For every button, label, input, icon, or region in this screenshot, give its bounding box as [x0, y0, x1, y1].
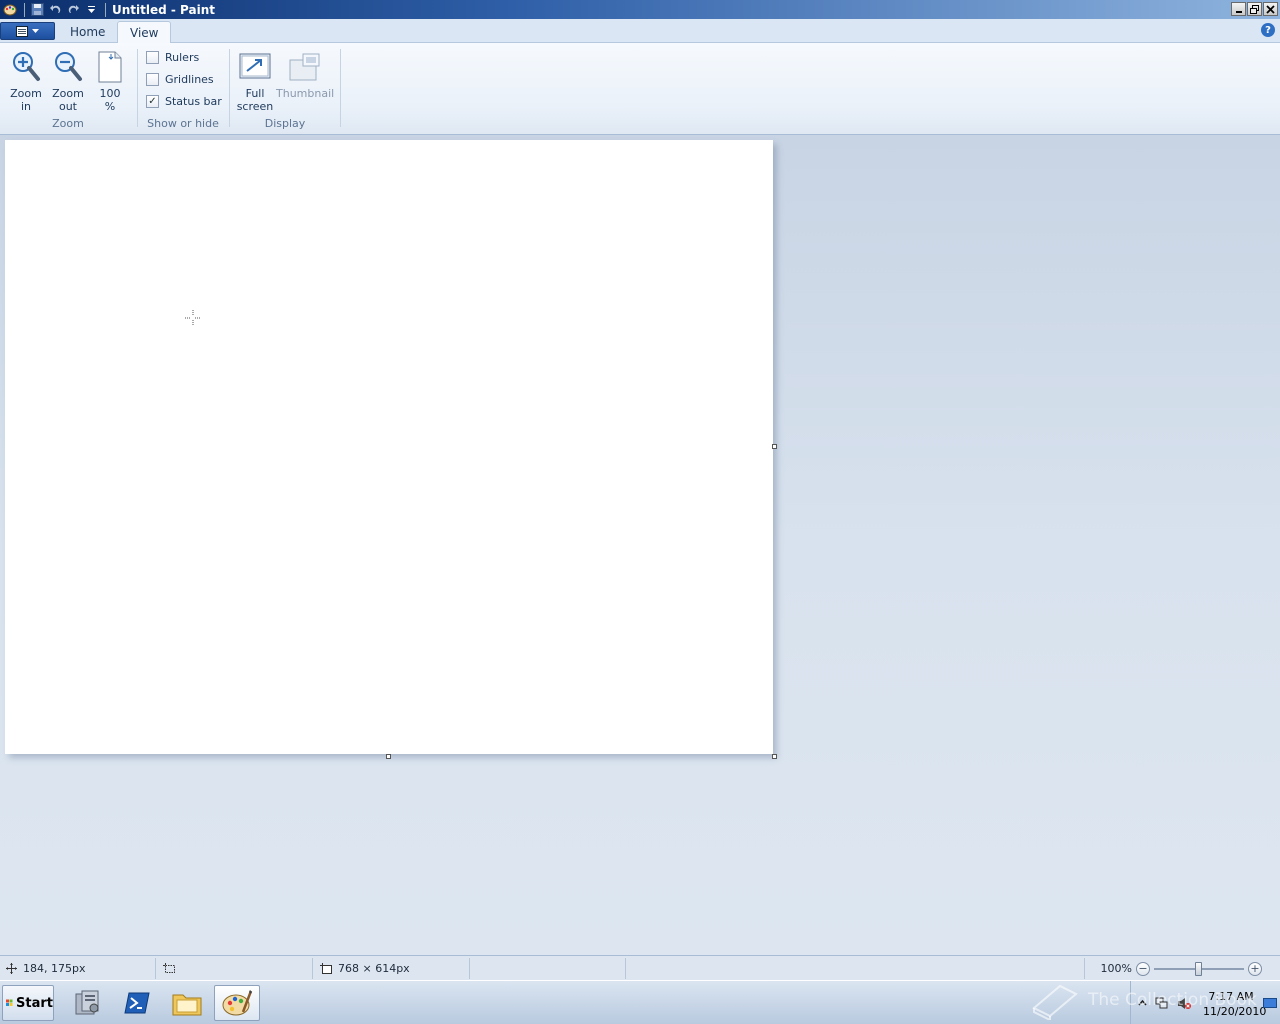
full-screen-label-1: Full: [245, 87, 265, 100]
close-button[interactable]: [1263, 2, 1278, 16]
window-controls: [1231, 2, 1278, 16]
cursor-position-cell: 184, 175px: [0, 958, 156, 979]
gridlines-checkbox[interactable]: [146, 73, 159, 86]
crosshair-cursor-icon: [185, 310, 201, 326]
watermark-book-icon: [1032, 984, 1078, 1020]
dropdown-arrow-icon: [32, 28, 39, 33]
quick-access-toolbar: [0, 0, 110, 19]
start-label: Start: [16, 995, 53, 1011]
display-group: Full screen Thumbnail Display: [230, 47, 340, 133]
zoom-group: Zoom in Zoom out 100 % Zoom: [0, 47, 136, 133]
paint-app-icon[interactable]: [2, 2, 18, 18]
thumbnail-icon: [289, 49, 321, 85]
tab-view[interactable]: View: [117, 21, 172, 44]
full-screen-button[interactable]: Full screen: [234, 49, 276, 113]
zoom-percentage: 100%: [1100, 962, 1132, 975]
watermark: The Collection Book: [1030, 978, 1260, 1022]
full-screen-icon: [239, 49, 271, 85]
zoom-in-button[interactable]: Zoom in: [6, 49, 46, 113]
drawing-canvas[interactable]: [5, 140, 773, 754]
thumbnail-label: Thumbnail: [276, 87, 335, 100]
ribbon-tab-row: Home View ?: [0, 19, 1280, 44]
show-desktop-icon[interactable]: [1262, 996, 1278, 1010]
taskbar-powershell[interactable]: [114, 985, 160, 1021]
canvas-workspace[interactable]: [0, 135, 1280, 955]
image-size-icon: [320, 963, 332, 974]
status-bar-label: Status bar: [165, 95, 222, 108]
undo-icon[interactable]: [47, 2, 63, 18]
zoom-in-small-button[interactable]: +: [1248, 961, 1262, 976]
zoom-in-label-2: in: [20, 100, 32, 113]
zoom-out-small-button[interactable]: −: [1136, 961, 1150, 976]
group-separator: [340, 49, 341, 127]
zoom-100-label-2: %: [104, 100, 116, 113]
thumbnail-button[interactable]: Thumbnail: [276, 49, 334, 100]
zoom-slider[interactable]: [1154, 961, 1244, 976]
zoom-out-button[interactable]: Zoom out: [48, 49, 88, 113]
show-hide-group-label: Show or hide: [147, 117, 219, 130]
ribbon-view: Zoom in Zoom out 100 % Zoom Rulers Gridl…: [0, 43, 1280, 135]
paint-menu-icon: [16, 25, 28, 37]
gridlines-label: Gridlines: [165, 73, 214, 86]
title-bar: Untitled - Paint: [0, 0, 1280, 19]
status-cell-empty-wide: [627, 958, 1085, 979]
checkmark-icon: ✓: [148, 95, 157, 107]
start-button[interactable]: Start: [2, 985, 54, 1021]
resize-handle-corner[interactable]: [772, 754, 777, 759]
watermark-text: The Collection Book: [1088, 990, 1257, 1010]
zoom-out-icon: [52, 49, 84, 85]
zoom-out-label-1: Zoom: [52, 87, 84, 100]
selection-icon: [163, 963, 175, 973]
taskbar-paint[interactable]: [214, 985, 260, 1021]
status-bar: 184, 175px 768 × 614px 100% − +: [0, 955, 1280, 980]
windows-logo-icon: [6, 999, 13, 1007]
display-group-label: Display: [264, 117, 306, 130]
status-bar-checkbox[interactable]: ✓: [146, 95, 159, 108]
zoom-in-icon: [10, 49, 42, 85]
image-size: 768 × 614px: [338, 962, 410, 975]
paint-menu-button[interactable]: [0, 22, 55, 40]
paint-icon: [222, 990, 253, 1016]
minimize-button[interactable]: [1231, 2, 1246, 16]
taskbar-server-manager[interactable]: [64, 985, 110, 1021]
show-hide-group: Rulers Gridlines ✓ Status bar Show or hi…: [138, 47, 228, 133]
image-size-cell: 768 × 614px: [314, 958, 470, 979]
rulers-checkbox[interactable]: [146, 51, 159, 64]
rulers-label: Rulers: [165, 51, 200, 64]
status-cell-empty: [471, 958, 626, 979]
zoom-out-label-2: out: [58, 100, 77, 113]
powershell-icon: [124, 992, 150, 1014]
tab-home[interactable]: Home: [58, 21, 117, 43]
rulers-checkbox-row[interactable]: Rulers: [146, 51, 199, 64]
taskbar-explorer[interactable]: [164, 985, 210, 1021]
zoom-group-label: Zoom: [52, 117, 84, 130]
resize-handle-right[interactable]: [772, 444, 777, 449]
zoom-100-label-1: 100: [99, 87, 121, 100]
move-cursor-icon: [6, 963, 17, 974]
qat-separator: [24, 2, 25, 17]
customize-qat-icon[interactable]: [83, 2, 99, 18]
zoom-100-button[interactable]: 100 %: [90, 49, 130, 113]
zoom-slider-thumb[interactable]: [1195, 961, 1202, 976]
zoom-in-label-1: Zoom: [10, 87, 42, 100]
full-screen-label-2: screen: [236, 100, 274, 113]
cursor-position: 184, 175px: [23, 962, 86, 975]
page-100-icon: [94, 49, 126, 85]
help-icon[interactable]: ?: [1261, 23, 1275, 37]
window-title: Untitled - Paint: [112, 2, 216, 17]
server-manager-icon: [75, 990, 99, 1015]
qat-separator: [105, 2, 106, 17]
status-bar-checkbox-row[interactable]: ✓ Status bar: [146, 95, 222, 108]
selection-size-cell: [157, 958, 313, 979]
restore-button[interactable]: [1247, 2, 1262, 16]
save-icon[interactable]: [29, 2, 45, 18]
resize-handle-bottom[interactable]: [386, 754, 391, 759]
folder-icon: [172, 994, 202, 1016]
gridlines-checkbox-row[interactable]: Gridlines: [146, 73, 214, 86]
redo-icon[interactable]: [65, 2, 81, 18]
